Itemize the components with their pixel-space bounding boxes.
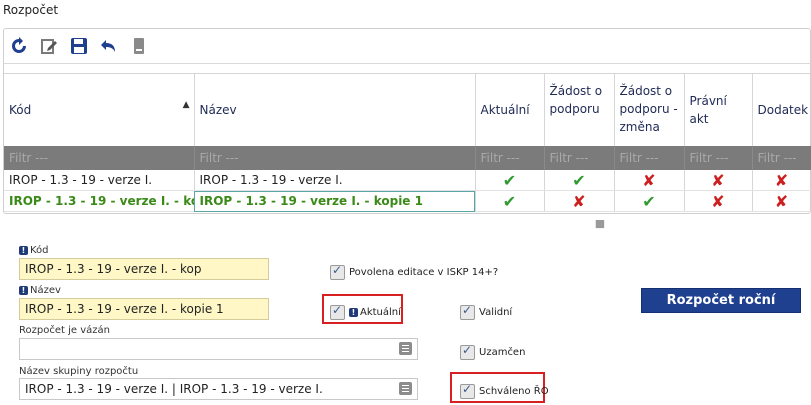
checkbox-checked[interactable] [330,263,345,280]
save-button[interactable] [68,35,90,57]
cell-pravni-akt: ✘ [684,190,753,212]
lookup-icon[interactable] [399,342,412,355]
check-icon: ✔ [502,170,517,190]
cell-dodatek: ✘ [752,170,811,191]
vazan-field[interactable] [19,338,418,360]
cell-kod: IROP - 1.3 - 19 - verze I. - kop [4,190,195,212]
nazev-field[interactable]: IROP - 1.3 - 19 - verze I. - kopie 1 [19,298,269,320]
check-icon: ✔ [502,191,517,211]
undo-button[interactable] [98,35,120,57]
filter-aktualni[interactable]: Filtr --- [475,146,545,170]
filter-nazev[interactable]: Filtr --- [194,146,476,170]
kod-field[interactable]: IROP - 1.3 - 19 - verze I. - kop [19,258,269,280]
cross-icon: ✘ [572,191,586,211]
column-header-kod[interactable]: Kód ▲ [4,73,195,146]
table-row-selected[interactable]: IROP - 1.3 - 19 - verze I. - kop IROP - … [4,190,811,212]
checkbox-checked[interactable] [460,382,475,399]
cell-kod: IROP - 1.3 - 19 - verze I. [4,170,195,191]
required-icon: ! [19,285,28,295]
filter-row: Filtr --- Filtr --- Filtr --- Filtr --- … [4,146,811,170]
skupina-field[interactable]: IROP - 1.3 - 19 - verze I. | IROP - 1.3 … [19,378,418,400]
column-header-dodatek[interactable]: Dodatek [752,73,811,146]
column-header-zadost[interactable]: Žádost o podporu [544,73,615,146]
cross-icon: ✘ [774,170,789,190]
table-row[interactable]: IROP - 1.3 - 19 - verze I. IROP - 1.3 - … [4,170,811,191]
cross-icon: ✘ [642,170,656,190]
vazan-label: Rozpočet je vázán [19,325,110,336]
cell-zadost-zmena: ✔ [614,190,685,212]
sort-asc-icon: ▲ [182,100,190,110]
cross-icon: ✘ [711,170,725,190]
delete-button[interactable] [128,35,150,57]
required-icon: ! [349,307,358,317]
refresh-button[interactable] [8,35,30,57]
save-icon [71,38,87,54]
filter-kod[interactable]: Filtr --- [4,146,195,170]
cell-nazev-editing[interactable]: IROP - 1.3 - 19 - verze I. - kopie 1 [194,190,476,212]
edit-icon [41,39,57,54]
validni-checkbox[interactable]: Validní [460,302,512,321]
splitter-handle[interactable]: ▬ ▬ [594,216,606,231]
cell-pravni-akt: ✘ [684,170,753,191]
filter-zadost-zmena[interactable]: Filtr --- [614,146,685,170]
toolbar [8,33,150,59]
povolena-editace-checkbox[interactable]: Povolena editace v ISKP 14+? [330,262,498,281]
rozpocet-rocni-button[interactable]: Rozpočet roční [641,288,801,313]
delete-icon [134,38,144,54]
aktualni-checkbox[interactable]: !Aktuální [330,302,401,321]
cell-aktualni: ✔ [475,170,545,191]
cell-zadost: ✘ [544,190,615,212]
schvaleno-checkbox[interactable]: Schváleno ŘO [460,381,549,400]
edit-button[interactable] [38,35,60,57]
refresh-icon [12,37,26,53]
column-header-zadost-zmena[interactable]: Žádost o podporu - změna [614,73,685,146]
filter-dodatek[interactable]: Filtr --- [752,146,811,170]
cell-aktualni: ✔ [475,190,545,212]
filter-pravni-akt[interactable]: Filtr --- [684,146,753,170]
check-icon: ✔ [572,170,586,190]
checkbox-checked[interactable] [460,303,475,320]
cell-nazev: IROP - 1.3 - 19 - verze I. [194,170,476,191]
skupina-label: Název skupiny rozpočtu [19,366,139,377]
cell-zadost: ✔ [544,170,615,191]
lookup-icon[interactable] [399,382,412,395]
column-header-aktualni[interactable]: Aktuální [475,73,545,146]
undo-icon [101,40,115,52]
kod-label: ! Kód [19,245,49,256]
checkbox-checked[interactable] [460,343,475,360]
filter-zadost[interactable]: Filtr --- [544,146,615,170]
cell-dodatek: ✘ [752,190,811,212]
cross-icon: ✘ [711,191,725,211]
column-header-pravni-akt[interactable]: Právní akt [684,73,753,146]
cell-zadost-zmena: ✘ [614,170,685,191]
checkbox-checked[interactable] [330,303,345,320]
budget-grid: Kód ▲ Název Aktuální Žádost o podporu Žád… [4,73,811,212]
required-icon: ! [19,245,28,255]
toolbar-separator [3,63,811,64]
nazev-label: ! Název [19,285,61,296]
cross-icon: ✘ [774,191,789,211]
page-title: Rozpočet [3,3,59,17]
uzamcen-checkbox[interactable]: Uzamčen [460,342,525,361]
column-header-nazev[interactable]: Název [194,73,476,146]
check-icon: ✔ [642,191,656,211]
